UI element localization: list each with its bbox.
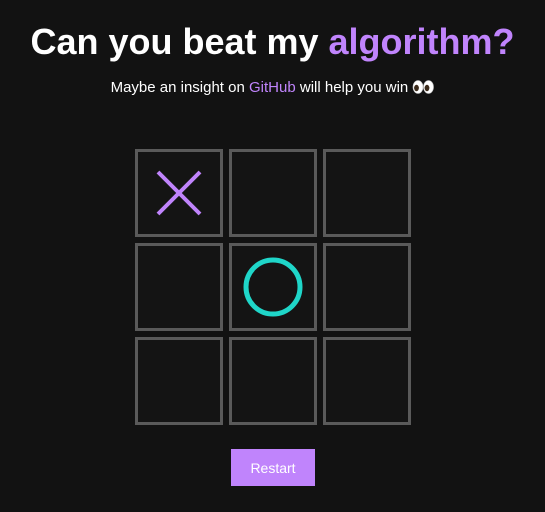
board-cell-2-3[interactable] [323, 243, 411, 331]
board-cell-3-3[interactable] [323, 337, 411, 425]
game-board [135, 149, 411, 425]
board-cell-3-1[interactable] [135, 337, 223, 425]
board-cell-2-1[interactable] [135, 243, 223, 331]
page-title: Can you beat my algorithm? [0, 20, 545, 64]
subtitle: Maybe an insight on GitHub will help you… [0, 78, 545, 98]
github-link[interactable]: GitHub [249, 79, 296, 96]
game-page: Can you beat my algorithm? Maybe an insi… [0, 0, 545, 512]
board-cell-1-3[interactable] [323, 149, 411, 237]
board-cell-1-2[interactable] [229, 149, 317, 237]
eyes-icon [413, 80, 435, 94]
board-cell-2-2[interactable] [229, 243, 317, 331]
title-text: Can you beat my [30, 21, 329, 62]
o-mark-icon [243, 257, 303, 317]
board-cell-3-2[interactable] [229, 337, 317, 425]
restart-button[interactable]: Restart [231, 449, 315, 486]
title-accent-text: algorithm? [328, 21, 515, 62]
x-mark-icon [156, 170, 202, 216]
subtitle-text-start: Maybe an insight on [110, 79, 249, 96]
subtitle-text-end: will help you win [295, 79, 413, 96]
board-cell-1-1[interactable] [135, 149, 223, 237]
